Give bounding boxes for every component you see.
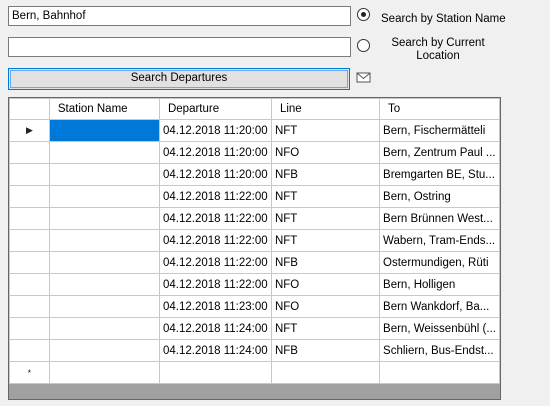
cell-departure[interactable]: 04.12.2018 11:20:00 bbox=[158, 119, 272, 142]
cell-line[interactable]: NFO bbox=[270, 295, 381, 318]
table-row[interactable]: 04.12.2018 11:22:00 NFT Wabern, Tram-Ends.… bbox=[9, 229, 500, 252]
cell-station-name[interactable] bbox=[48, 251, 160, 274]
table-row[interactable]: 04.12.2018 11:20:00 NFO Bern, Zentrum Paul… bbox=[9, 141, 500, 164]
new-row-cell[interactable] bbox=[158, 361, 272, 384]
cell-station-name[interactable] bbox=[48, 207, 160, 230]
row-header[interactable] bbox=[9, 339, 50, 362]
column-header-station-name[interactable]: Station Name bbox=[48, 98, 160, 120]
row-header[interactable] bbox=[9, 273, 50, 296]
row-header[interactable] bbox=[9, 295, 50, 318]
radio-search-by-location[interactable] bbox=[357, 39, 370, 52]
cell-to[interactable]: Bern Brünnen West... bbox=[379, 207, 500, 230]
cell-station-name[interactable] bbox=[48, 185, 160, 208]
cell-departure[interactable]: 04.12.2018 11:22:00 bbox=[158, 251, 272, 274]
cell-departure[interactable]: 04.12.2018 11:22:00 bbox=[158, 207, 272, 230]
cell-departure[interactable]: 04.12.2018 11:22:00 bbox=[158, 229, 272, 252]
radio-search-by-location-label[interactable]: Search by Current Location bbox=[383, 37, 493, 63]
search-departures-label: Search Departures bbox=[130, 72, 228, 84]
column-header-to[interactable]: To bbox=[379, 98, 500, 120]
cell-line[interactable]: NFT bbox=[270, 317, 381, 340]
cell-to[interactable]: Bern, Holligen bbox=[379, 273, 500, 296]
new-row-header[interactable]: * bbox=[9, 361, 50, 384]
cell-line[interactable]: NFT bbox=[270, 119, 381, 142]
departures-table: Station Name Departure Line To ▶ 04.12.20… bbox=[9, 98, 500, 384]
row-header[interactable] bbox=[9, 229, 50, 252]
cell-station-name[interactable] bbox=[48, 229, 160, 252]
table-row[interactable]: 04.12.2018 11:20:00 NFB Bremgarten BE, Stu… bbox=[9, 163, 500, 186]
cell-line[interactable]: NFB bbox=[270, 339, 381, 362]
row-header[interactable] bbox=[9, 207, 50, 230]
cell-to[interactable]: Bern, Zentrum Paul ... bbox=[379, 141, 500, 164]
row-header[interactable]: ▶ bbox=[9, 119, 50, 142]
search-departures-button[interactable]: Search Departures bbox=[8, 68, 350, 90]
cell-line[interactable]: NFT bbox=[270, 207, 381, 230]
cell-departure[interactable]: 04.12.2018 11:24:00 bbox=[158, 317, 272, 340]
cell-line[interactable]: NFT bbox=[270, 185, 381, 208]
cell-departure[interactable]: 04.12.2018 11:22:00 bbox=[158, 273, 272, 296]
cell-line[interactable]: NFT bbox=[270, 229, 381, 252]
location-search-input[interactable] bbox=[8, 37, 351, 57]
cell-station-name[interactable] bbox=[48, 141, 160, 164]
cell-to[interactable]: Ostermundigen, Rüti bbox=[379, 251, 500, 274]
cell-to[interactable]: Schliern, Bus-Endst... bbox=[379, 339, 500, 362]
row-header[interactable] bbox=[9, 163, 50, 186]
radio-search-by-station-label[interactable]: Search by Station Name bbox=[381, 13, 541, 26]
table-row[interactable]: 04.12.2018 11:22:00 NFB Ostermundigen, Rüt… bbox=[9, 251, 500, 274]
cell-departure[interactable]: 04.12.2018 11:20:00 bbox=[158, 163, 272, 186]
new-row-cell[interactable] bbox=[270, 361, 381, 384]
cell-station-name[interactable] bbox=[48, 163, 160, 186]
table-row[interactable]: 04.12.2018 11:22:00 NFT Bern, Ostring bbox=[9, 185, 500, 208]
cell-station-name[interactable] bbox=[48, 119, 160, 142]
station-search-input[interactable]: Bern, Bahnhof bbox=[8, 6, 351, 26]
cell-departure[interactable]: 04.12.2018 11:23:00 bbox=[158, 295, 272, 318]
cell-departure[interactable]: 04.12.2018 11:20:00 bbox=[158, 141, 272, 164]
table-row[interactable]: 04.12.2018 11:23:00 NFO Bern Wankdorf, Ba.… bbox=[9, 295, 500, 318]
table-row[interactable]: 04.12.2018 11:24:00 NFT Bern, Weissenbühl … bbox=[9, 317, 500, 340]
cell-to[interactable]: Bern, Weissenbühl (... bbox=[379, 317, 500, 340]
new-row[interactable]: * bbox=[9, 361, 500, 384]
cell-station-name[interactable] bbox=[48, 273, 160, 296]
radio-selected-dot bbox=[361, 12, 366, 17]
cell-departure[interactable]: 04.12.2018 11:24:00 bbox=[158, 339, 272, 362]
new-row-cell[interactable] bbox=[379, 361, 500, 384]
cell-to[interactable]: Bern Wankdorf, Ba... bbox=[379, 295, 500, 318]
new-row-cell[interactable] bbox=[48, 361, 160, 384]
departures-grid[interactable]: Station Name Departure Line To ▶ 04.12.20… bbox=[8, 97, 501, 400]
cell-line[interactable]: NFB bbox=[270, 251, 381, 274]
column-header-departure[interactable]: Departure bbox=[158, 98, 272, 120]
table-row[interactable]: 04.12.2018 11:24:00 NFB Schliern, Bus-Ends… bbox=[9, 339, 500, 362]
cell-to[interactable]: Bremgarten BE, Stu... bbox=[379, 163, 500, 186]
grid-corner-header[interactable] bbox=[9, 98, 50, 120]
cell-line[interactable]: NFO bbox=[270, 273, 381, 296]
cell-line[interactable]: NFB bbox=[270, 163, 381, 186]
row-header[interactable] bbox=[9, 141, 50, 164]
cell-to[interactable]: Bern, Ostring bbox=[379, 185, 500, 208]
row-header[interactable] bbox=[9, 317, 50, 340]
column-header-line[interactable]: Line bbox=[270, 98, 381, 120]
cell-line[interactable]: NFO bbox=[270, 141, 381, 164]
cell-to[interactable]: Wabern, Tram-Ends... bbox=[379, 229, 500, 252]
cell-station-name[interactable] bbox=[48, 295, 160, 318]
cell-station-name[interactable] bbox=[48, 317, 160, 340]
envelope-icon[interactable] bbox=[356, 71, 372, 84]
cell-departure[interactable]: 04.12.2018 11:22:00 bbox=[158, 185, 272, 208]
table-row[interactable]: 04.12.2018 11:22:00 NFT Bern Brünnen West.… bbox=[9, 207, 500, 230]
table-row[interactable]: ▶ 04.12.2018 11:20:00 NFT Bern, Fischermätt… bbox=[9, 119, 500, 142]
grid-header-row: Station Name Departure Line To bbox=[9, 98, 500, 120]
row-header[interactable] bbox=[9, 251, 50, 274]
cell-station-name[interactable] bbox=[48, 339, 160, 362]
table-row[interactable]: 04.12.2018 11:22:00 NFO Bern, Holligen bbox=[9, 273, 500, 296]
row-header[interactable] bbox=[9, 185, 50, 208]
radio-search-by-station[interactable] bbox=[357, 8, 370, 21]
cell-to[interactable]: Bern, Fischermätteli bbox=[379, 119, 500, 142]
